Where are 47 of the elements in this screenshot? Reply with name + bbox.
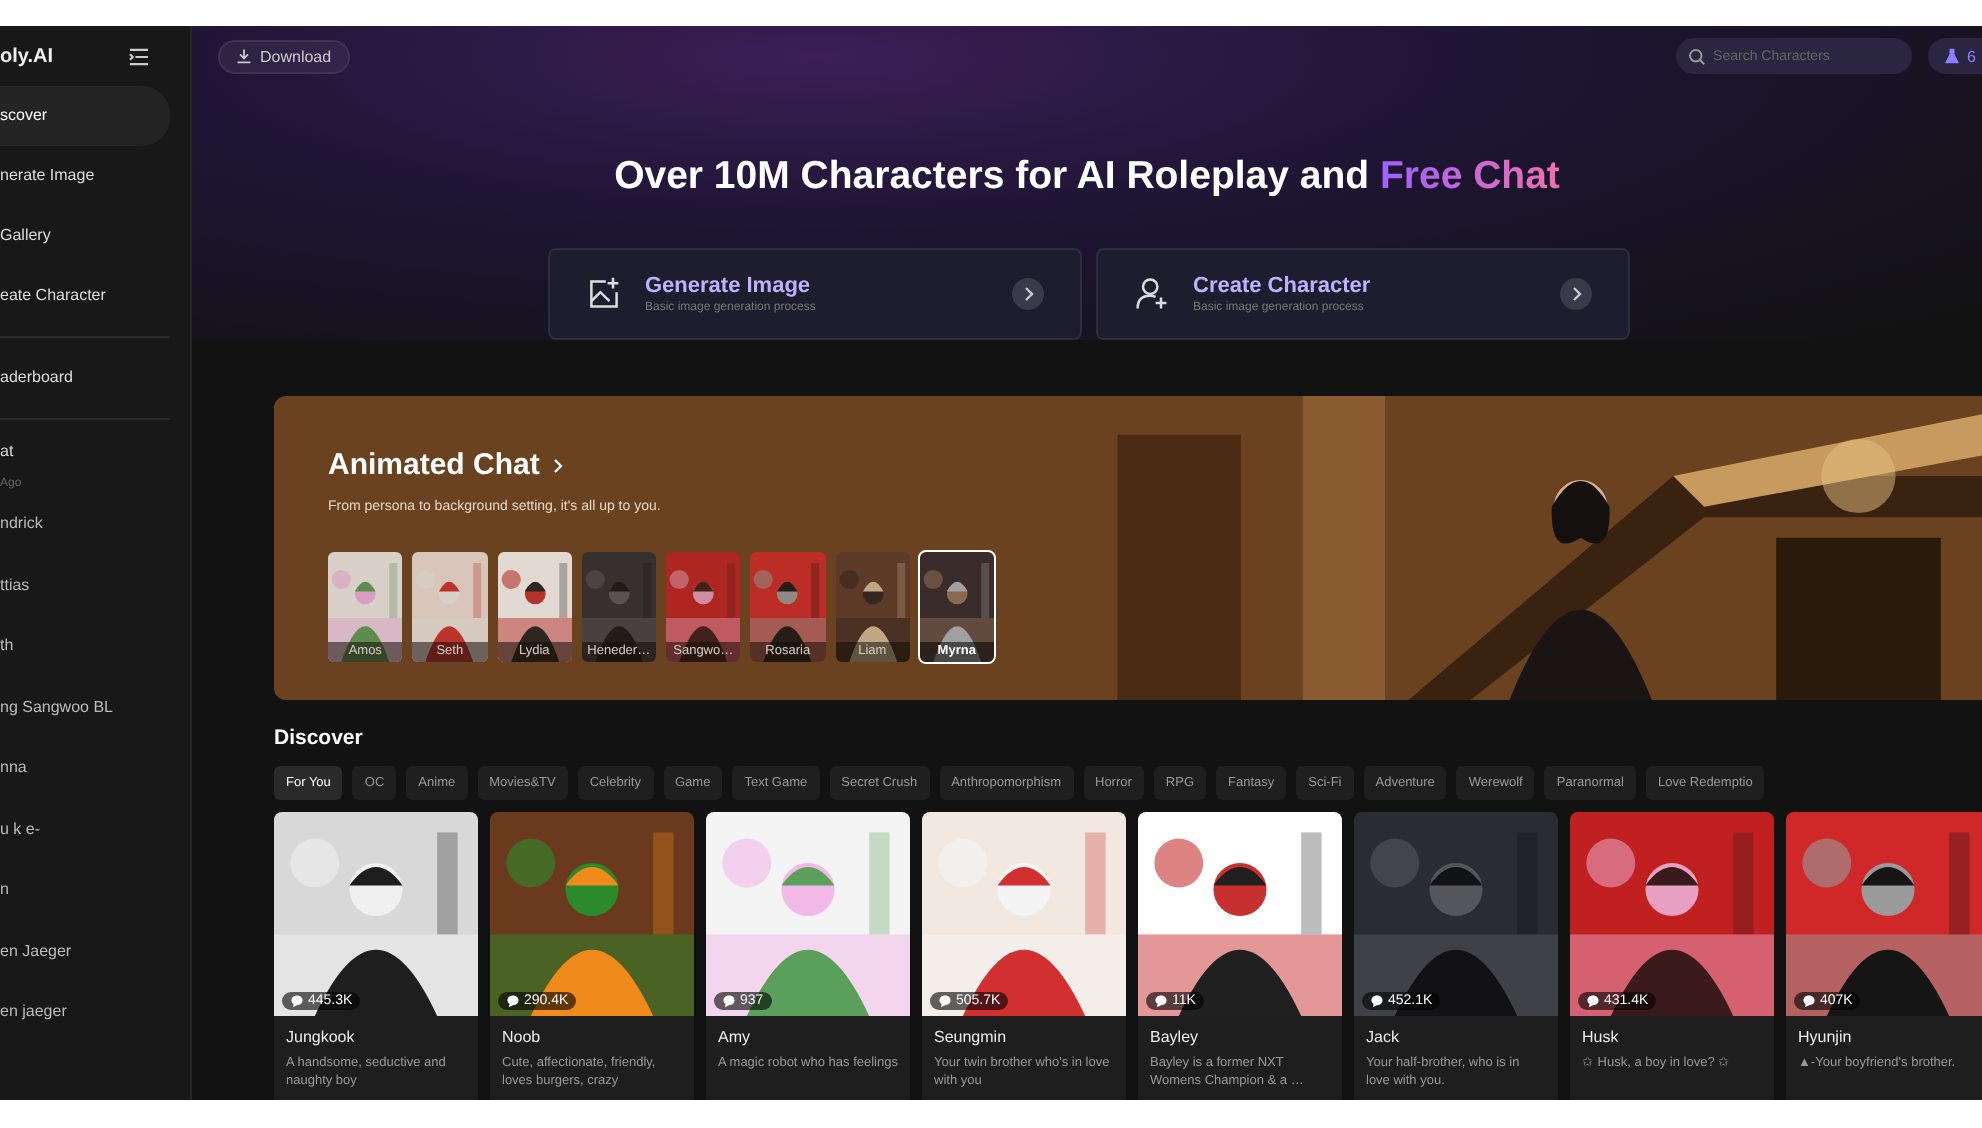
chat-item[interactable]: ng Sangwoo BL xyxy=(0,677,170,738)
action-title: Generate Image xyxy=(645,274,813,298)
chevron-icon xyxy=(551,457,564,473)
logo-text: oly.AI xyxy=(0,45,53,67)
chat-item[interactable]: en jaeger xyxy=(0,982,170,1043)
nav-item[interactable]: Gallery xyxy=(0,206,170,266)
chat-icon xyxy=(1370,994,1384,1008)
credits-button[interactable]: 6 xyxy=(1927,38,1982,74)
character-name: Jack xyxy=(1366,1028,1401,1046)
nav-item[interactable]: nerate Image xyxy=(0,146,170,206)
character-name: Jungkook xyxy=(286,1028,357,1046)
user-plus-icon xyxy=(1133,276,1169,312)
chat-icon xyxy=(290,994,304,1008)
menu-icon xyxy=(128,47,150,65)
chat-item[interactable]: nna xyxy=(0,738,170,799)
chat-icon xyxy=(1154,994,1168,1008)
chat-icon xyxy=(1802,994,1816,1008)
character-name: Hyunjin xyxy=(1798,1028,1854,1046)
chat-item[interactable]: n xyxy=(0,860,170,921)
hero-title: Over 10M Characters for AI Roleplay and Free Chat xyxy=(612,154,1562,200)
chevron-icon xyxy=(1559,278,1591,310)
chat-item[interactable]: en Jaeger xyxy=(0,921,170,982)
nav-item[interactable]: aderboard xyxy=(0,348,170,408)
chat-item[interactable]: th xyxy=(0,616,170,677)
action-title: Create Character xyxy=(1193,274,1373,298)
chat-icon xyxy=(938,994,952,1008)
flask-icon xyxy=(1943,48,1960,64)
character-name: Bayley xyxy=(1150,1028,1201,1046)
character-name: Husk xyxy=(1582,1028,1621,1046)
chat-item[interactable]: u k e- xyxy=(0,799,170,860)
chat-icon xyxy=(722,994,736,1008)
chevron-icon xyxy=(1011,278,1043,310)
nav-item[interactable]: scover xyxy=(0,86,170,146)
character-name: Noob xyxy=(502,1028,543,1046)
banner-title[interactable]: Animated Chat xyxy=(328,448,994,482)
section-title: at xyxy=(0,440,16,464)
chat-icon xyxy=(506,994,520,1008)
chat-item[interactable]: ndrick xyxy=(0,494,170,555)
download-icon xyxy=(236,48,252,64)
character-name: Amy xyxy=(718,1028,752,1046)
character-name: Seungmin xyxy=(934,1028,1009,1046)
download-button[interactable]: Download xyxy=(218,39,350,73)
nav-item[interactable]: eate Character xyxy=(0,266,170,326)
chat-icon xyxy=(1586,994,1600,1008)
chat-item[interactable]: ttias xyxy=(0,555,170,616)
image-plus-icon xyxy=(585,276,621,312)
section-title: Discover xyxy=(274,726,365,750)
